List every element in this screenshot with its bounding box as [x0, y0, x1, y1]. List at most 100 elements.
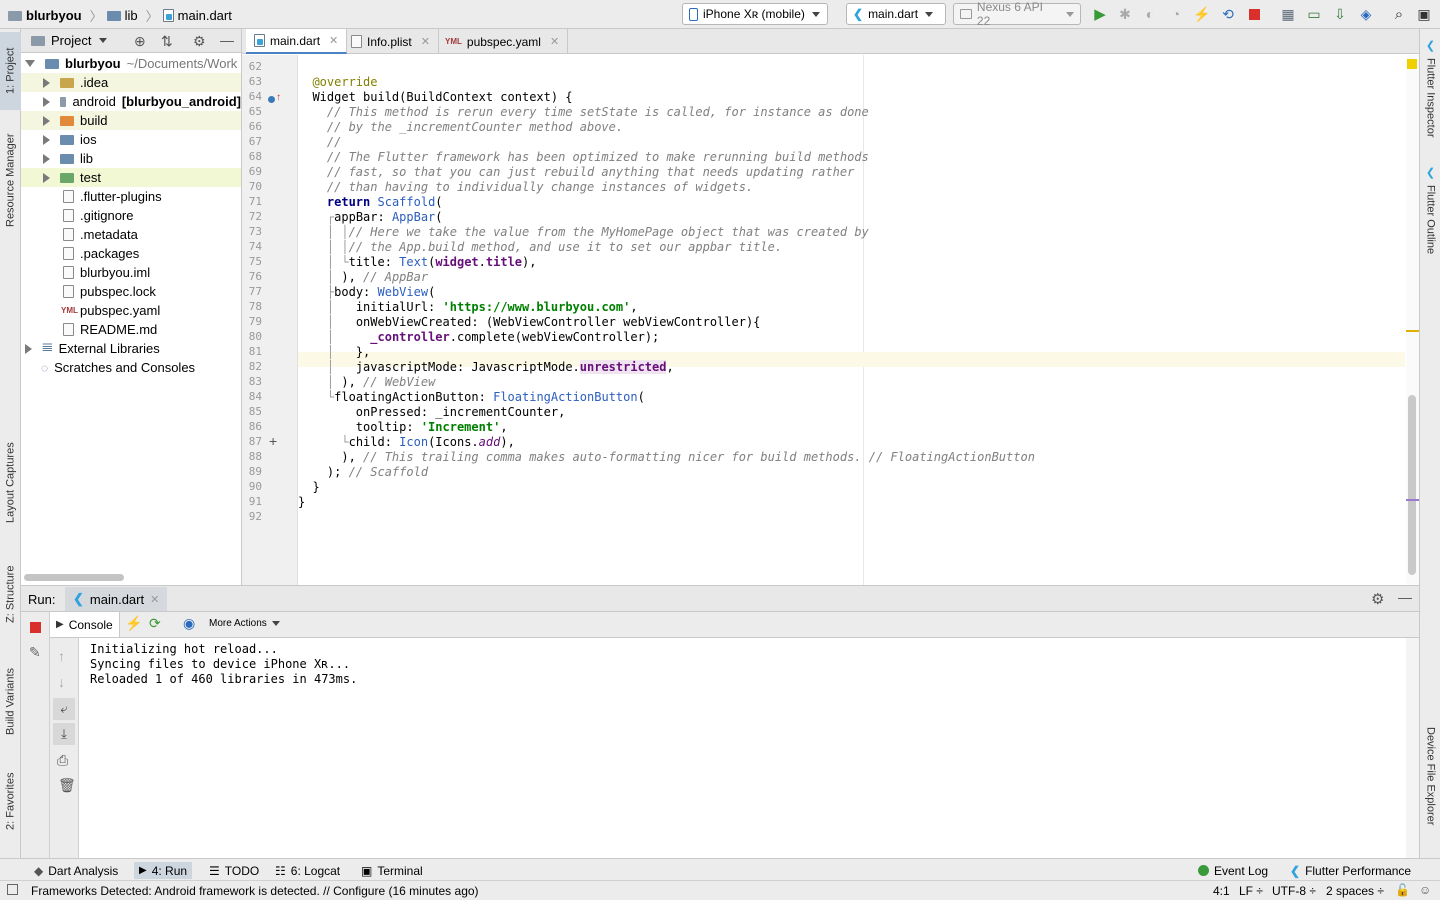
console-output[interactable]: Initializing hot reload... Syncing files… [79, 638, 1406, 858]
event-log-tab[interactable]: Event Log [1193, 862, 1273, 879]
warning-marker[interactable] [1406, 330, 1419, 332]
implements-arrow-icon[interactable]: ↑ [276, 92, 281, 103]
structure-tab[interactable]: Z: Structure [0, 554, 21, 634]
favorites-tab[interactable]: 2: Favorites [0, 764, 21, 839]
minimize-icon[interactable]: — [1398, 589, 1412, 605]
console-scrollbar[interactable] [1406, 638, 1419, 858]
layout-captures-tab[interactable]: Layout Captures [0, 429, 21, 537]
close-icon[interactable]: ✕ [329, 34, 338, 47]
project-view-selector[interactable]: Project [51, 33, 91, 48]
tree-item-file[interactable]: .flutter-plugins [21, 187, 241, 206]
up-arrow-icon[interactable]: ↑ [58, 648, 65, 664]
tree-item-android[interactable]: android [blurbyou_android] [21, 92, 241, 111]
resource-manager-tab[interactable]: Resource Manager [0, 121, 21, 239]
debug-icon[interactable]: ✱ [1117, 6, 1133, 22]
down-arrow-icon[interactable]: ↓ [58, 674, 65, 690]
expand-arrow-icon[interactable] [43, 134, 50, 145]
run-tab-main-dart[interactable]: ❮ main.dart ✕ [65, 587, 168, 611]
editor-vertical-scrollbar[interactable] [1406, 55, 1419, 585]
tool-windows-toggle-icon[interactable] [7, 884, 18, 895]
tree-item-file[interactable]: pubspec.lock [21, 282, 241, 301]
gear-icon[interactable]: ⚙ [193, 33, 206, 50]
run-tool-tab[interactable]: ▶ 4: Run [134, 862, 193, 879]
expand-arrow-icon[interactable] [43, 153, 50, 164]
terminal-tab[interactable]: ▣ Terminal [356, 862, 428, 879]
sdk-manager-icon[interactable]: ⇩ [1332, 6, 1348, 22]
stop-icon[interactable] [30, 622, 41, 633]
window-icon[interactable]: ▣ [1416, 6, 1432, 22]
soft-wrap-icon[interactable]: ⤶ [53, 698, 75, 720]
indent-setting[interactable]: 2 spaces ÷ [1326, 884, 1384, 898]
breadcrumb-folder[interactable]: lib [125, 8, 138, 23]
tree-item-file[interactable]: YML pubspec.yaml [21, 301, 241, 320]
close-icon[interactable]: ✕ [550, 35, 559, 48]
tree-item-file[interactable]: .gitignore [21, 206, 241, 225]
console-tab[interactable]: ▶ Console [50, 612, 120, 637]
emulator-selector[interactable]: Nexus 6 API 22 [953, 0, 1081, 28]
tree-root[interactable]: blurbyou ~/Documents/Work [21, 54, 241, 73]
tree-item-build[interactable]: build [21, 111, 241, 130]
collapse-all-icon[interactable]: ⇅ [161, 33, 173, 50]
tree-item-external-libraries[interactable]: 𝍣 External Libraries [21, 339, 241, 358]
tree-item-lib[interactable]: lib [21, 149, 241, 168]
tree-item-file[interactable]: .metadata [21, 225, 241, 244]
more-actions-dropdown[interactable]: More Actions [209, 618, 280, 629]
tree-item-test[interactable]: test [21, 168, 241, 187]
code-editor[interactable]: @override Widget build(BuildContext cont… [298, 55, 1405, 585]
flutter-inspector-tab[interactable]: ❮ Flutter Inspector [1420, 39, 1440, 159]
editor-tab-pubspec-yaml[interactable]: YML pubspec.yaml ✕ [437, 29, 569, 54]
close-icon[interactable]: ✕ [421, 35, 430, 48]
devtools-icon[interactable]: ◉ [183, 615, 195, 632]
scroll-thumb[interactable] [1408, 395, 1416, 575]
tree-item-ios[interactable]: ios [21, 130, 241, 149]
caret-position[interactable]: 4:1 [1213, 884, 1230, 898]
dart-analysis-tab[interactable]: ◆ Dart Analysis [29, 862, 123, 879]
build-variants-tab[interactable]: Build Variants [0, 654, 21, 749]
file-encoding[interactable]: UTF-8 ÷ [1272, 884, 1316, 898]
expand-arrow-icon[interactable] [25, 60, 35, 67]
line-separator[interactable]: LF ÷ [1239, 884, 1263, 898]
expand-arrow-icon[interactable] [25, 343, 32, 354]
breadcrumb-file[interactable]: main.dart [178, 8, 232, 23]
add-icon[interactable]: + [269, 433, 277, 449]
flutter-outline-tab[interactable]: ❮ Flutter Outline [1420, 166, 1440, 266]
tree-item-idea[interactable]: .idea [21, 73, 241, 92]
scroll-to-end-icon[interactable]: ⤓ [53, 723, 75, 745]
minimize-icon[interactable]: — [220, 32, 234, 48]
tree-item-file[interactable]: blurbyou.iml [21, 263, 241, 282]
analysis-status-icon[interactable] [1407, 59, 1417, 69]
device-selector[interactable]: iPhone Xʀ (mobile) [682, 3, 828, 25]
chevron-down-icon[interactable] [99, 38, 108, 43]
run-config-selector[interactable]: ❮ main.dart [846, 3, 946, 25]
tree-item-file[interactable]: .packages [21, 244, 241, 263]
expand-arrow-icon[interactable] [43, 115, 50, 126]
run-icon[interactable]: ▶ [1092, 6, 1108, 23]
todo-tab[interactable]: ☰ TODO [204, 862, 264, 879]
expand-arrow-icon[interactable] [43, 172, 50, 183]
inspector-icon[interactable]: ☺ [1419, 883, 1431, 897]
gear-icon[interactable]: ⚙ [1371, 590, 1384, 608]
tree-item-file[interactable]: README.md [21, 320, 241, 339]
hot-reload-icon[interactable]: ⚡ [125, 615, 142, 632]
logcat-tab[interactable]: ☷ 6: Logcat [270, 862, 345, 879]
print-icon[interactable]: ⎙ [57, 752, 68, 769]
pin-icon[interactable]: ✎ [29, 644, 41, 661]
expand-arrow-icon[interactable] [43, 77, 50, 88]
tree-item-scratches[interactable]: ◌ Scratches and Consoles [21, 358, 241, 377]
hot-restart-icon[interactable]: ⟳ [149, 615, 161, 632]
coverage-icon[interactable]: ◐ [1142, 6, 1158, 22]
hot-reload-icon[interactable]: ⚡ [1193, 6, 1210, 22]
expand-arrow-icon[interactable] [43, 96, 50, 107]
horizontal-scrollbar[interactable] [24, 574, 124, 581]
flutter-performance-tab[interactable]: ❮ Flutter Performance [1285, 862, 1416, 879]
editor-tab-main-dart[interactable]: main.dart ✕ [246, 29, 348, 54]
trash-icon[interactable]: 🗑 [58, 777, 76, 794]
device-file-explorer-tab[interactable]: Device File Explorer [1420, 727, 1440, 847]
usage-marker[interactable] [1406, 499, 1419, 501]
lock-icon[interactable]: 🔓 [1395, 883, 1410, 897]
profile-icon[interactable]: ◔ [1168, 6, 1184, 22]
editor-tab-info-plist[interactable]: Info.plist ✕ [343, 29, 439, 54]
search-icon[interactable]: ⌕ [1391, 6, 1407, 23]
plugins-icon[interactable]: ◈ [1358, 6, 1374, 22]
stop-icon[interactable] [1246, 6, 1262, 22]
